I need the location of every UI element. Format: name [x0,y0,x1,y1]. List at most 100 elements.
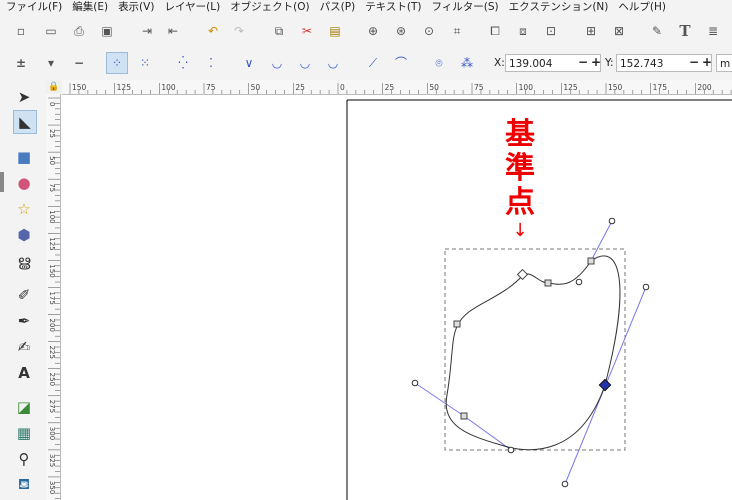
menu-edit[interactable]: 編集(E) [66,0,112,16]
ruler-label: 75 [48,183,56,192]
export-icon[interactable]: ⇤ [164,22,182,40]
insert-node-icon[interactable]: ± [12,54,30,72]
y-decrement-button[interactable]: − [689,55,699,69]
menu-text[interactable]: テキスト(T) [359,0,425,16]
panel-edge [0,172,4,192]
ruler-label: 150 [608,83,623,92]
dropper-icon[interactable]: ⚲ [13,448,35,470]
stroke-to-path-icon[interactable]: ⁂ [458,54,476,72]
undo-icon[interactable]: ↶ [204,22,222,40]
vertical-ruler: 0 25 50 75 100 125 150 175 200 225 250 275 300 325 350 [46,94,61,500]
zoom-width-icon[interactable]: ⌗ [448,22,466,40]
zoom-page-icon[interactable]: ⊙ [420,22,438,40]
node-edit-icon[interactable]: ◣ [13,110,37,134]
node-handle[interactable] [642,283,650,291]
node-handle[interactable] [411,379,419,387]
zoom-selection-icon[interactable]: ⊕ [364,22,382,40]
text-icon[interactable]: A [13,362,35,384]
path-node[interactable] [544,279,552,287]
unlink-clone-icon[interactable]: ⊡ [542,22,560,40]
ruler-label: 75 [206,83,216,92]
clone-icon[interactable]: ⧈ [514,22,532,40]
delete-segment-icon[interactable]: ⁚ [202,54,220,72]
pencil-icon[interactable]: ✐ [13,284,35,306]
annotation-char-2: 準 [505,151,535,186]
menu-object[interactable]: オブジェクト(O) [224,0,313,16]
symmetric-node-icon[interactable]: ◡ [296,54,314,72]
ungroup-icon[interactable]: ⊠ [610,22,628,40]
redo-icon[interactable]: ↷ [230,22,248,40]
path-node[interactable] [460,412,468,420]
bezier-path[interactable] [445,255,621,451]
selector-arrow-icon[interactable]: ➤ [13,86,35,108]
duplicate-icon[interactable]: ⧠ [486,22,504,40]
join-segment-icon[interactable]: ⁛ [174,54,192,72]
layers-icon[interactable]: ≣ [704,22,722,40]
smooth-node-icon[interactable]: ◡ [268,54,286,72]
reference-point-annotation: 基 準 点 ↓ [500,118,540,242]
zoom-drawing-icon[interactable]: ⊛ [392,22,410,40]
spiral-icon[interactable]: ൠ [13,250,35,272]
menu-filter[interactable]: フィルター(S) [425,0,502,16]
annotation-arrow-icon: ↓ [512,220,528,241]
pen-icon[interactable]: ✒ [13,310,35,332]
delete-node-icon[interactable]: − [70,54,88,72]
node-handle[interactable] [608,217,616,225]
rectangle-icon[interactable]: ■ [13,146,35,168]
menu-file[interactable]: ファイル(F) [0,0,66,16]
unit-select[interactable]: m [716,54,732,72]
path-node[interactable] [453,320,461,328]
node-handle[interactable] [507,446,515,454]
break-path-icon[interactable]: ⁙ [136,54,154,72]
auto-smooth-node-icon[interactable]: ◡ [324,54,342,72]
mesh-icon[interactable]: ▦ [13,422,35,444]
ruler-label: 25 [48,129,56,138]
cusp-node-icon[interactable]: ∨ [240,54,258,72]
node-tool-controls: ± ▾ − ⁘ ⁙ ⁛ ⁚ ∨ ◡ ◡ ◡ ⟋ ⌒ ⌾ ⁂ X: 139.004… [0,48,732,81]
ruler-label: 175 [48,291,56,304]
group-icon[interactable]: ⊞ [582,22,600,40]
segment-curve-icon[interactable]: ⌒ [392,54,410,72]
3d-box-icon[interactable]: ⬢ [13,224,35,246]
ruler-lock-icon[interactable]: 🔒 [46,80,62,94]
path-node[interactable] [587,257,595,265]
cut-icon[interactable]: ✂ [298,22,316,40]
selected-node[interactable] [598,378,612,392]
segment-line-icon[interactable]: ⟋ [364,54,382,72]
fill-stroke-icon[interactable]: ✎ [648,22,666,40]
ruler-label: 0 [48,102,56,106]
ruler-label: 50 [429,83,439,92]
ellipse-icon[interactable]: ● [13,172,35,194]
text-font-icon[interactable]: T [676,22,694,40]
copy-icon[interactable]: ⧉ [270,22,288,40]
ruler-label: 125 [563,83,578,92]
menu-help[interactable]: ヘルプ(H) [612,0,670,16]
handle-line [590,220,613,262]
y-increment-button[interactable]: + [702,55,712,69]
join-nodes-icon[interactable]: ⁘ [106,52,128,74]
node-handle[interactable] [561,480,569,488]
path-node[interactable] [516,268,529,281]
calligraphy-icon[interactable]: ✍ [13,336,35,358]
menu-layer[interactable]: レイヤー(L) [158,0,224,16]
drawing-canvas[interactable] [61,95,732,500]
print-icon[interactable]: ⎙ [70,22,88,40]
node-handle[interactable] [575,278,583,286]
import-icon[interactable]: ⇥ [138,22,156,40]
gradient-icon[interactable]: ◪ [13,396,35,418]
insert-node-dropdown-icon[interactable]: ▾ [42,54,60,72]
x-decrement-button[interactable]: − [578,55,588,69]
menu-path[interactable]: パス(P) [314,0,360,16]
save-icon[interactable]: ▣ [98,22,116,40]
open-icon[interactable]: ▭ [42,22,60,40]
menu-extension[interactable]: エクステンション(N) [503,0,613,16]
object-to-path-icon[interactable]: ⌾ [430,54,448,72]
star-icon[interactable]: ☆ [13,198,35,220]
paste-icon[interactable]: ▤ [326,22,344,40]
ruler-label: 325 [48,454,56,467]
menu-view[interactable]: 表示(V) [112,0,158,16]
paint-bucket-icon[interactable]: ⛾ [13,474,35,496]
bounding-box [444,248,626,451]
new-document-icon[interactable]: ▫ [12,22,30,40]
x-increment-button[interactable]: + [591,55,601,69]
